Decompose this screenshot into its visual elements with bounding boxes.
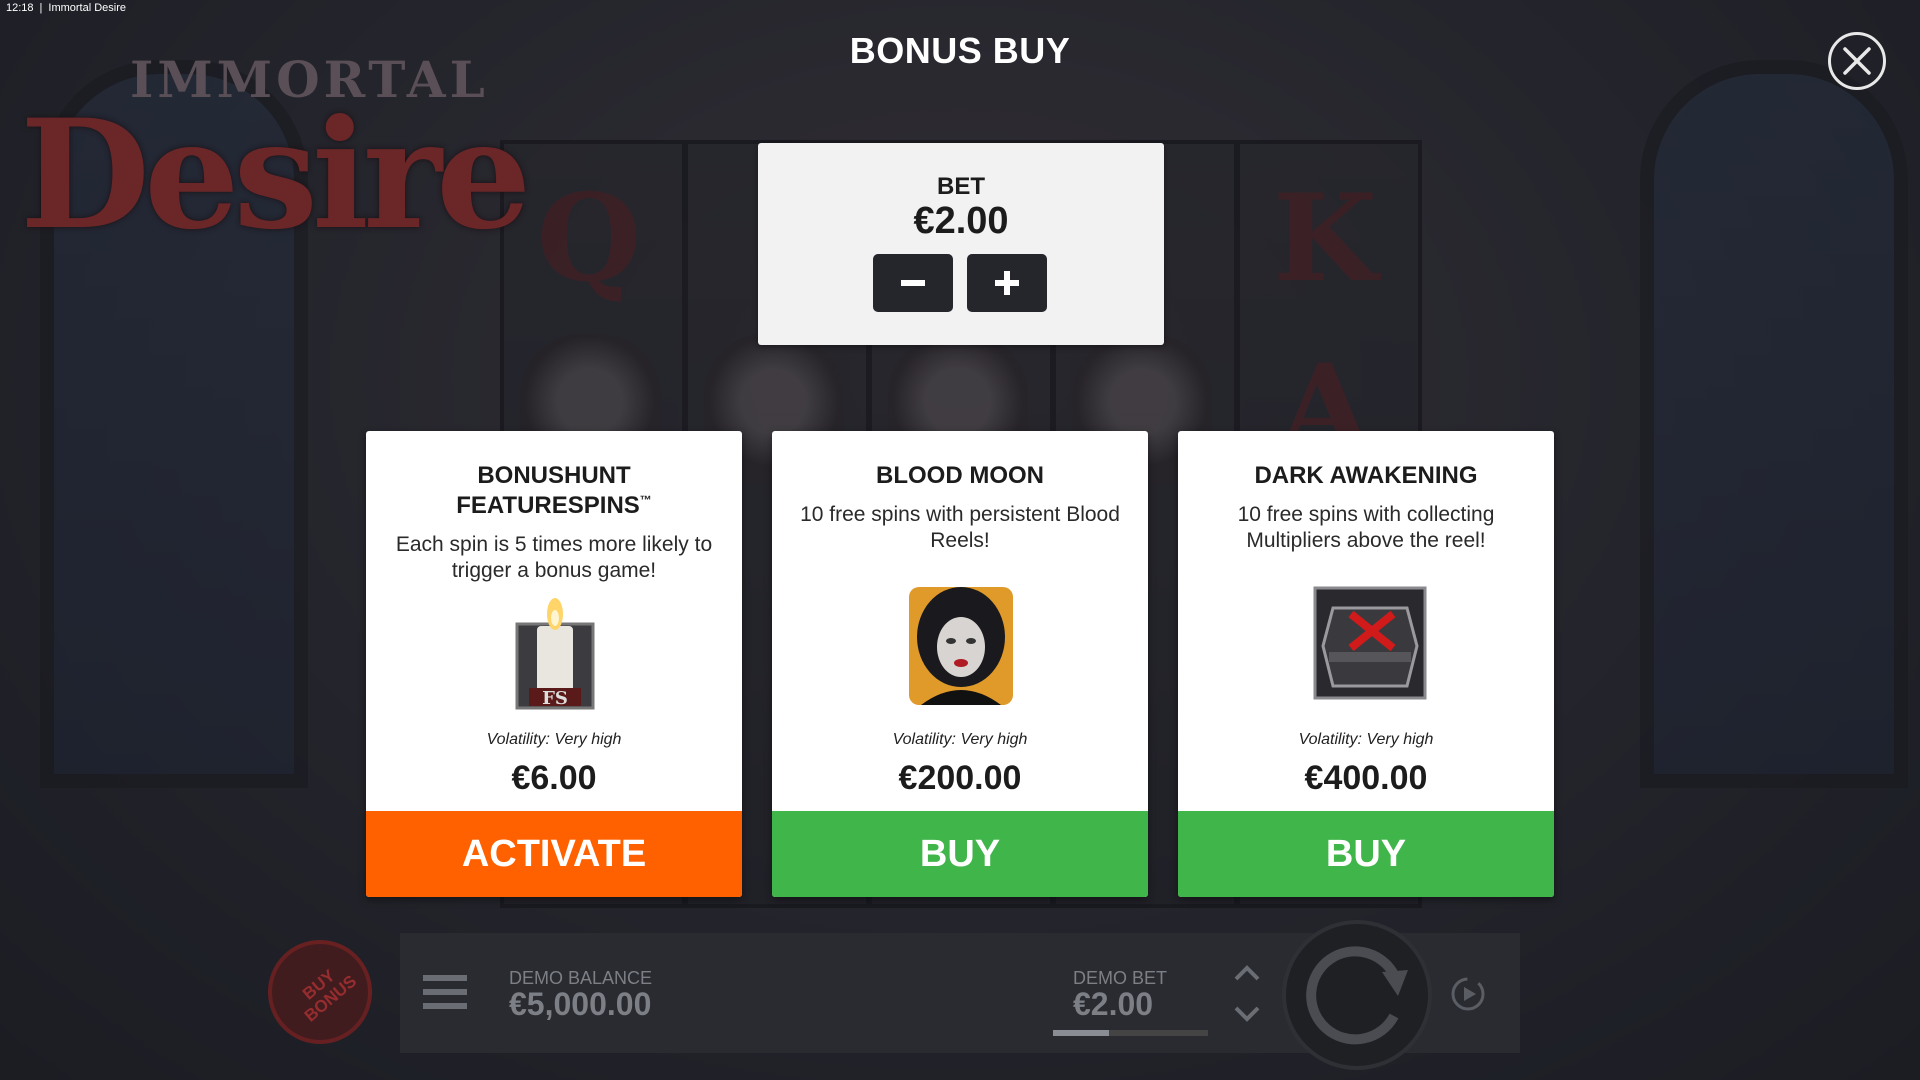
clock: 12:18	[6, 2, 34, 14]
bet-value: €2.00	[913, 200, 1009, 242]
status-bar: 12:18 | Immortal Desire	[0, 0, 138, 24]
card-title: BLOOD MOON	[876, 462, 1044, 489]
close-icon	[1843, 47, 1871, 75]
chevron-up-icon[interactable]	[1233, 963, 1261, 983]
bonus-card-bonushunt: BONUSHUNT FEATURESPINS™ Each spin is 5 t…	[366, 431, 742, 897]
trademark: ™	[639, 493, 652, 507]
page-title: BONUS BUY	[849, 30, 1071, 71]
volatility-label: Volatility: Very high	[892, 731, 1028, 748]
buy-bonus-button[interactable]: BUY BONUS	[268, 940, 372, 1044]
plus-icon-vertical	[1004, 271, 1010, 295]
card-price: €200.00	[898, 759, 1022, 797]
bonus-card-blood-moon: BLOOD MOON 10 free spins with persistent…	[772, 431, 1148, 897]
buy-button[interactable]: BUY	[772, 811, 1148, 897]
balance-value: €5,000.00	[509, 986, 652, 1022]
card-title: BONUSHUNT FEATURESPINS™	[366, 463, 742, 518]
activate-button[interactable]: ACTIVATE	[366, 811, 742, 897]
autoplay-icon[interactable]	[1448, 974, 1488, 1014]
card-description: 10 free spins with persistent Blood Reel…	[800, 503, 1120, 552]
demo-bet-value: €2.00	[1073, 986, 1154, 1022]
window-title: Immortal Desire	[48, 2, 127, 14]
spin-icon	[1306, 946, 1408, 1045]
close-button[interactable]	[1828, 32, 1886, 90]
spin-button[interactable]	[1282, 920, 1432, 1070]
card-price: €6.00	[511, 759, 597, 797]
buy-button[interactable]: BUY	[1178, 811, 1554, 897]
bet-level-indicator	[1053, 1030, 1208, 1036]
vampire-woman-icon	[907, 583, 1015, 705]
volatility-label: Volatility: Very high	[1298, 731, 1434, 748]
minus-icon	[901, 280, 925, 286]
volatility-label: Volatility: Very high	[486, 731, 622, 748]
bonus-card-dark-awakening: DARK AWAKENING 10 free spins with collec…	[1178, 431, 1554, 897]
decrease-bet-button[interactable]	[873, 254, 953, 312]
card-title-line2-wrap: FEATURESPINS™	[386, 488, 722, 518]
bet-panel: BET €2.00	[758, 143, 1164, 345]
card-description: 10 free spins with collecting Multiplier…	[1237, 503, 1495, 552]
chevron-down-icon[interactable]	[1233, 1004, 1261, 1024]
card-price: €400.00	[1304, 759, 1428, 797]
separator: |	[39, 2, 43, 14]
coffin-icon	[1313, 586, 1427, 706]
logo-line2: Desire	[20, 87, 531, 263]
increase-bet-button[interactable]	[967, 254, 1047, 312]
buy-bonus-label: BUY BONUS	[299, 965, 361, 1026]
menu-icon[interactable]	[423, 975, 467, 1011]
candle-fs-icon: FS	[501, 596, 609, 716]
card-title: DARK AWAKENING	[1254, 462, 1478, 489]
svg-text:FS: FS	[542, 688, 568, 709]
card-title-line1: BONUSHUNT	[477, 462, 631, 489]
game-logo: IMMORTAL Desire	[20, 50, 531, 280]
bet-label: BET	[937, 173, 985, 200]
card-description: Each spin is 5 times more likely to trig…	[395, 533, 713, 582]
card-title-line2: FEATURESPINS	[456, 492, 640, 519]
